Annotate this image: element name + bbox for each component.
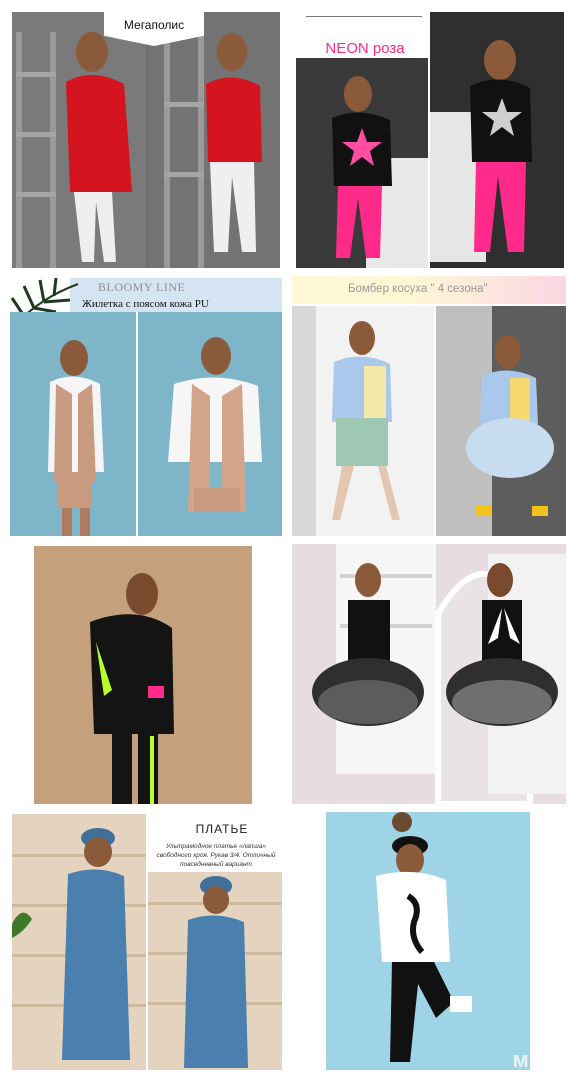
- photo-girl-leather-vest-shorts: [10, 312, 136, 536]
- collection-caption: ПЛАТЬЕ: [195, 822, 249, 836]
- photo-girl-bomber-tulle-yellow-shoes: [436, 306, 566, 536]
- photo-tile-tshirt: [326, 812, 530, 1070]
- site-watermark: для мам: [512, 1030, 561, 1072]
- photo-girl-blue-dress-scarf: [148, 872, 282, 1070]
- photo-tile-megapolis: Мегаполис: [12, 12, 280, 268]
- photo-tile-dress: ПЛАТЬЕ Ультрамодное платье «лапша» свобо…: [12, 814, 282, 1070]
- photo-tile-black-hoodie: [34, 546, 252, 804]
- watermark-bottom: мам: [512, 1047, 560, 1072]
- photo-girl-leather-vest-smiling: [138, 312, 282, 536]
- photo-tile-tulle-dress: [292, 544, 566, 804]
- photo-girl-blue-knit-dress-beanie: [12, 814, 146, 1070]
- photo-girl-black-hoodie-neon: [34, 546, 252, 804]
- photo-girl-pastel-bomber-skirt: [292, 306, 434, 536]
- divider: [306, 16, 422, 17]
- photo-girl-black-hoodie-star: [296, 58, 428, 268]
- photo-tile-bomber: Бомбер косуха " 4 сезона": [292, 276, 566, 536]
- photo-girl-white-tshirt-visor: [326, 812, 530, 1070]
- collection-caption: NEON роза: [325, 40, 405, 57]
- photo-girl-red-hoodie-sunglasses: [148, 12, 280, 268]
- photo-tile-neon-roza: NEON роза: [296, 12, 564, 268]
- photo-girl-tulle-skirt-mirror: [292, 544, 566, 804]
- collection-description: Ультрамодное платье «лапша» свободного к…: [156, 843, 276, 868]
- collection-caption: Бомбер косуха " 4 сезона": [348, 283, 488, 295]
- collection-caption: BLOOMY LINE: [98, 280, 186, 294]
- photo-girl-red-hoodie-ladder: [12, 12, 146, 268]
- photo-girl-hood-star-pointing: [430, 12, 564, 268]
- photo-tile-bloomy-line: BLOOMY LINE Жилетка с поясом кожа PU: [10, 278, 282, 536]
- collection-subcaption: Жилетка с поясом кожа PU: [82, 298, 209, 310]
